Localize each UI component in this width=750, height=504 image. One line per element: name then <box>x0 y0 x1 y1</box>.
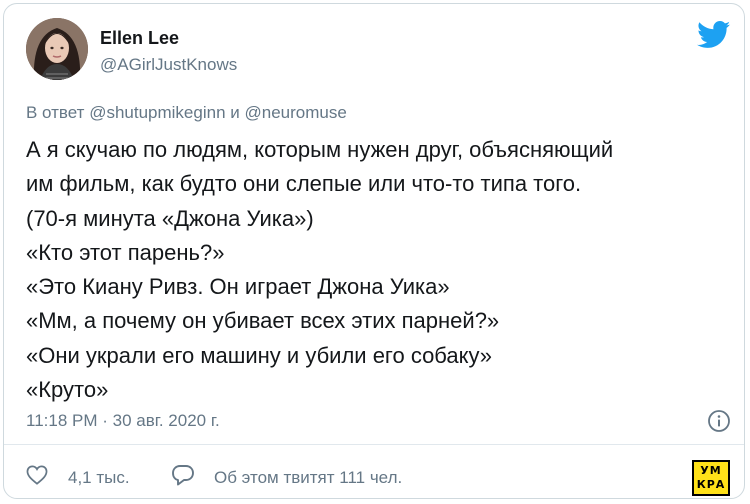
reply-mention-link[interactable]: @neuromuse <box>245 103 347 122</box>
author-name[interactable]: Ellen Lee <box>100 28 179 49</box>
twitter-bird-icon[interactable] <box>697 21 731 49</box>
heart-icon[interactable] <box>26 465 48 485</box>
umkra-logo: УМ КРА <box>692 460 730 496</box>
tweet-text: А я скучаю по людям, которым нужен друг,… <box>26 133 736 407</box>
avatar[interactable] <box>26 18 88 80</box>
tweet-timestamp[interactable]: 11:18 PM · 30 авг. 2020 г. <box>26 411 220 431</box>
info-icon[interactable] <box>707 409 731 433</box>
logo-line: КРА <box>696 478 726 491</box>
divider <box>4 444 744 445</box>
tweet-card: Ellen Lee @AGirlJustKnows В ответ @shutu… <box>3 3 745 499</box>
tweet-text-line: «Они украли его машину и убили его собак… <box>26 342 492 368</box>
like-count[interactable]: 4,1 тыс. <box>68 468 130 488</box>
author-handle[interactable]: @AGirlJustKnows <box>100 55 237 75</box>
reply-context: В ответ @shutupmikeginn и @neuromuse <box>26 103 347 123</box>
tweet-text-line: А я скучаю по людям, которым нужен друг,… <box>26 137 614 162</box>
tweet-text-line: «Это Киану Ривз. Он играет Джона Уика» <box>26 274 450 300</box>
tweet-text-line: «Кто этот парень?» <box>26 239 225 265</box>
reply-conjunction: и <box>230 103 240 122</box>
comment-icon[interactable] <box>171 464 195 486</box>
reply-prefix: В ответ <box>26 103 85 122</box>
logo-line: УМ <box>700 464 722 477</box>
tweet-text-line: «Круто» <box>26 377 109 403</box>
discussion-link[interactable]: Об этом твитят 111 чел. <box>214 468 402 488</box>
tweet-text-line: «Мм, а почему он убивает всех этих парне… <box>26 308 500 334</box>
tweet-text-line: им фильм, как будто они слепые или что-т… <box>26 171 582 197</box>
reply-mention-link[interactable]: @shutupmikeginn <box>89 103 225 122</box>
tweet-text-line: (70-я минута «Джона Уика») <box>26 205 314 231</box>
